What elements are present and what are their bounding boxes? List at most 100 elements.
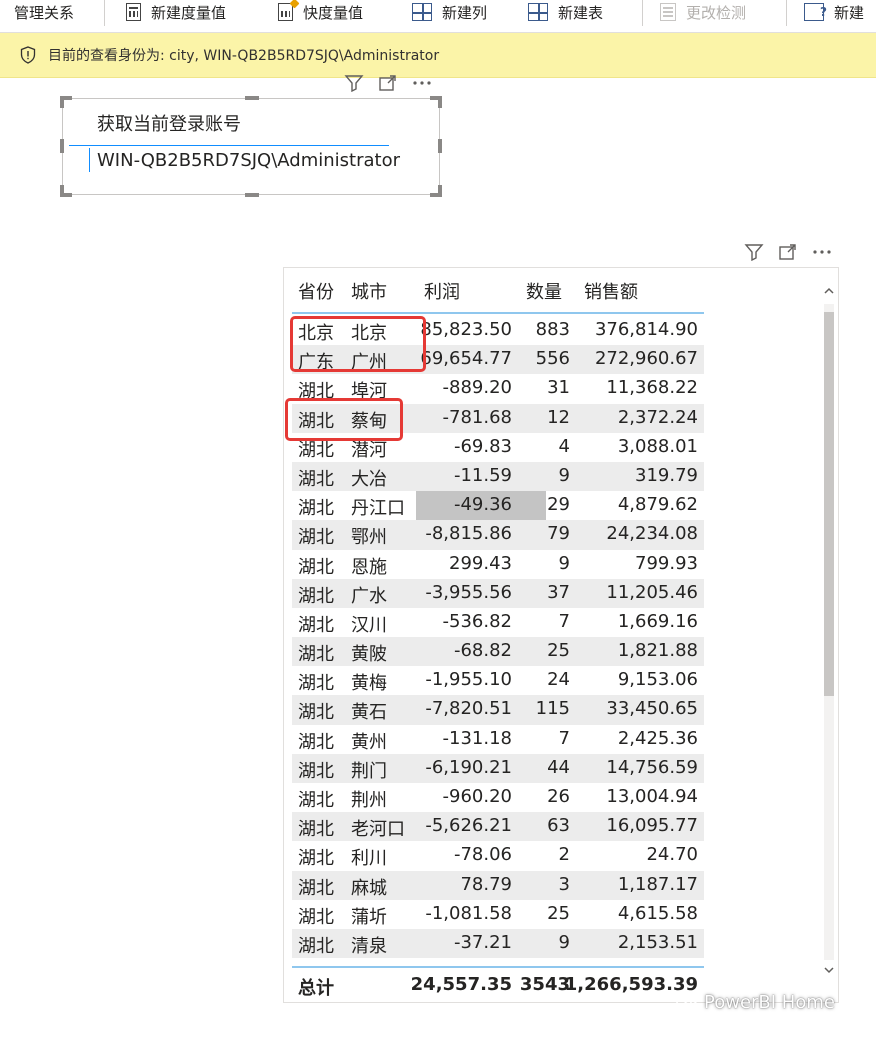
cell-profit[interactable]: -3,955.56 xyxy=(425,582,512,603)
cell-city[interactable]: 恩施 xyxy=(351,553,387,579)
cell-city[interactable]: 广水 xyxy=(351,582,387,608)
cell-city[interactable]: 老河口 xyxy=(351,815,405,841)
cell-profit[interactable]: -49.36 xyxy=(454,494,512,515)
cell-province[interactable]: 湖北 xyxy=(298,844,334,870)
cell-profit[interactable]: -131.18 xyxy=(443,728,512,749)
cell-quantity[interactable]: 115 xyxy=(536,698,570,719)
table-row[interactable]: 湖北 丹江口 -49.36 29 4,879.62 xyxy=(292,491,704,521)
cell-city[interactable]: 利川 xyxy=(351,844,387,870)
cell-profit[interactable]: -6,190.21 xyxy=(425,757,512,778)
cell-quantity[interactable]: 9 xyxy=(559,932,570,953)
column-header-sales[interactable]: 销售额 xyxy=(584,278,638,304)
cell-sales[interactable]: 319.79 xyxy=(635,465,698,486)
table-row[interactable]: 湖北 老河口 -5,626.21 63 16,095.77 xyxy=(292,812,704,842)
cell-province[interactable]: 湖北 xyxy=(298,698,334,724)
column-header-quantity[interactable]: 数量 xyxy=(526,278,562,304)
table-row[interactable]: 湖北 恩施 299.43 9 799.93 xyxy=(292,549,704,579)
table-row[interactable]: 湖北 黄州 -131.18 7 2,425.36 xyxy=(292,724,704,754)
cell-sales[interactable]: 11,205.46 xyxy=(606,582,698,603)
cell-sales[interactable]: 272,960.67 xyxy=(595,348,698,369)
cell-province[interactable]: 湖北 xyxy=(298,815,334,841)
cell-profit[interactable]: -7,820.51 xyxy=(425,698,512,719)
manage-relationships-button[interactable]: 管理关系 xyxy=(14,0,74,24)
resize-handle[interactable] xyxy=(60,185,64,197)
cell-sales[interactable]: 799.93 xyxy=(635,553,698,574)
account-card-visual[interactable]: 获取当前登录账号 WIN-QB2B5RD7SJQ\Administrator xyxy=(60,96,442,197)
table-row[interactable]: 湖北 清泉 -37.21 9 2,153.51 xyxy=(292,928,704,959)
cell-quantity[interactable]: 7 xyxy=(559,728,570,749)
cell-quantity[interactable]: 26 xyxy=(547,786,570,807)
sales-table-visual[interactable]: 省份 城市 利润 数量 销售额 北京 北京 85,823.50 883 376,814.… xyxy=(283,267,839,1003)
table-row[interactable]: 湖北 荆州 -960.20 26 13,004.94 xyxy=(292,783,704,813)
resize-handle[interactable] xyxy=(438,96,442,108)
cell-profit[interactable]: -960.20 xyxy=(443,786,512,807)
cell-quantity[interactable]: 556 xyxy=(536,348,570,369)
more-options-icon[interactable] xyxy=(812,243,832,261)
cell-quantity[interactable]: 2 xyxy=(559,844,570,865)
column-header-profit[interactable]: 利润 xyxy=(424,278,460,304)
cell-quantity[interactable]: 7 xyxy=(559,611,570,632)
cell-sales[interactable]: 1,669.16 xyxy=(618,611,698,632)
cell-quantity[interactable]: 25 xyxy=(547,903,570,924)
new-table-button[interactable]: 新建表 xyxy=(528,0,603,24)
cell-sales[interactable]: 4,879.62 xyxy=(618,494,698,515)
cell-profit[interactable]: 299.43 xyxy=(449,553,512,574)
cell-sales[interactable]: 16,095.77 xyxy=(606,815,698,836)
scroll-down-icon[interactable] xyxy=(822,962,836,978)
scrollbar-thumb[interactable] xyxy=(824,312,834,696)
cell-province[interactable]: 湖北 xyxy=(298,903,334,929)
cell-profit[interactable]: -69.83 xyxy=(454,436,512,457)
cell-city[interactable]: 黄州 xyxy=(351,728,387,754)
cell-province[interactable]: 湖北 xyxy=(298,669,334,695)
table-row[interactable]: 湖北 蒲圻 -1,081.58 25 4,615.58 xyxy=(292,899,704,929)
cell-profit[interactable]: -1,955.10 xyxy=(425,669,512,690)
focus-mode-icon[interactable] xyxy=(378,74,398,92)
table-row[interactable]: 湖北 大冶 -11.59 9 319.79 xyxy=(292,461,704,492)
table-row[interactable]: 湖北 麻城 78.79 3 1,187.17 xyxy=(292,870,704,900)
table-row[interactable]: 湖北 荆门 -6,190.21 44 14,756.59 xyxy=(292,753,704,783)
cell-city[interactable]: 麻城 xyxy=(351,874,387,900)
cell-city[interactable]: 鄂州 xyxy=(351,523,387,549)
cell-province[interactable]: 湖北 xyxy=(298,465,334,491)
new-parameter-button[interactable]: 新建 xyxy=(804,0,864,24)
cell-sales[interactable]: 2,372.24 xyxy=(618,407,698,428)
cell-city[interactable]: 蒲圻 xyxy=(351,903,387,929)
filter-icon[interactable] xyxy=(744,243,764,261)
cell-quantity[interactable]: 4 xyxy=(559,436,570,457)
cell-province[interactable]: 湖北 xyxy=(298,640,334,666)
new-measure-button[interactable]: 新建度量值 xyxy=(126,0,226,24)
cell-province[interactable]: 湖北 xyxy=(298,874,334,900)
cell-province[interactable]: 湖北 xyxy=(298,494,334,520)
column-header-city[interactable]: 城市 xyxy=(351,278,387,304)
cell-sales[interactable]: 3,088.01 xyxy=(618,436,698,457)
cell-profit[interactable]: -11.59 xyxy=(454,465,512,486)
cell-quantity[interactable]: 37 xyxy=(547,582,570,603)
change-detection-button[interactable]: 更改检测 xyxy=(660,0,746,24)
cell-profit[interactable]: -5,626.21 xyxy=(425,815,512,836)
cell-sales[interactable]: 11,368.22 xyxy=(606,377,698,398)
cell-profit[interactable]: -78.06 xyxy=(454,844,512,865)
cell-city[interactable]: 黄陂 xyxy=(351,640,387,666)
table-row[interactable]: 湖北 利川 -78.06 2 24.70 xyxy=(292,841,704,871)
cell-profit[interactable]: 78.79 xyxy=(460,874,512,895)
quick-measure-button[interactable]: 快度量值 xyxy=(278,0,363,24)
cell-quantity[interactable]: 883 xyxy=(536,319,570,340)
resize-handle[interactable] xyxy=(438,185,442,197)
cell-sales[interactable]: 14,756.59 xyxy=(606,757,698,778)
cell-sales[interactable]: 4,615.58 xyxy=(618,903,698,924)
cell-city[interactable]: 丹江口 xyxy=(351,494,405,520)
cell-city[interactable]: 汉川 xyxy=(351,611,387,637)
cell-sales[interactable]: 1,187.17 xyxy=(618,874,698,895)
cell-profit[interactable]: -1,081.58 xyxy=(425,903,512,924)
cell-quantity[interactable]: 63 xyxy=(547,815,570,836)
cell-quantity[interactable]: 12 xyxy=(547,407,570,428)
cell-city[interactable]: 黄石 xyxy=(351,698,387,724)
cell-city[interactable]: 清泉 xyxy=(351,932,387,958)
cell-province[interactable]: 湖北 xyxy=(298,582,334,608)
cell-province[interactable]: 湖北 xyxy=(298,553,334,579)
cell-province[interactable]: 湖北 xyxy=(298,728,334,754)
cell-quantity[interactable]: 29 xyxy=(547,494,570,515)
cell-sales[interactable]: 2,425.36 xyxy=(618,728,698,749)
table-row[interactable]: 湖北 鄂州 -8,815.86 79 24,234.08 xyxy=(292,520,704,550)
cell-province[interactable]: 湖北 xyxy=(298,932,334,958)
